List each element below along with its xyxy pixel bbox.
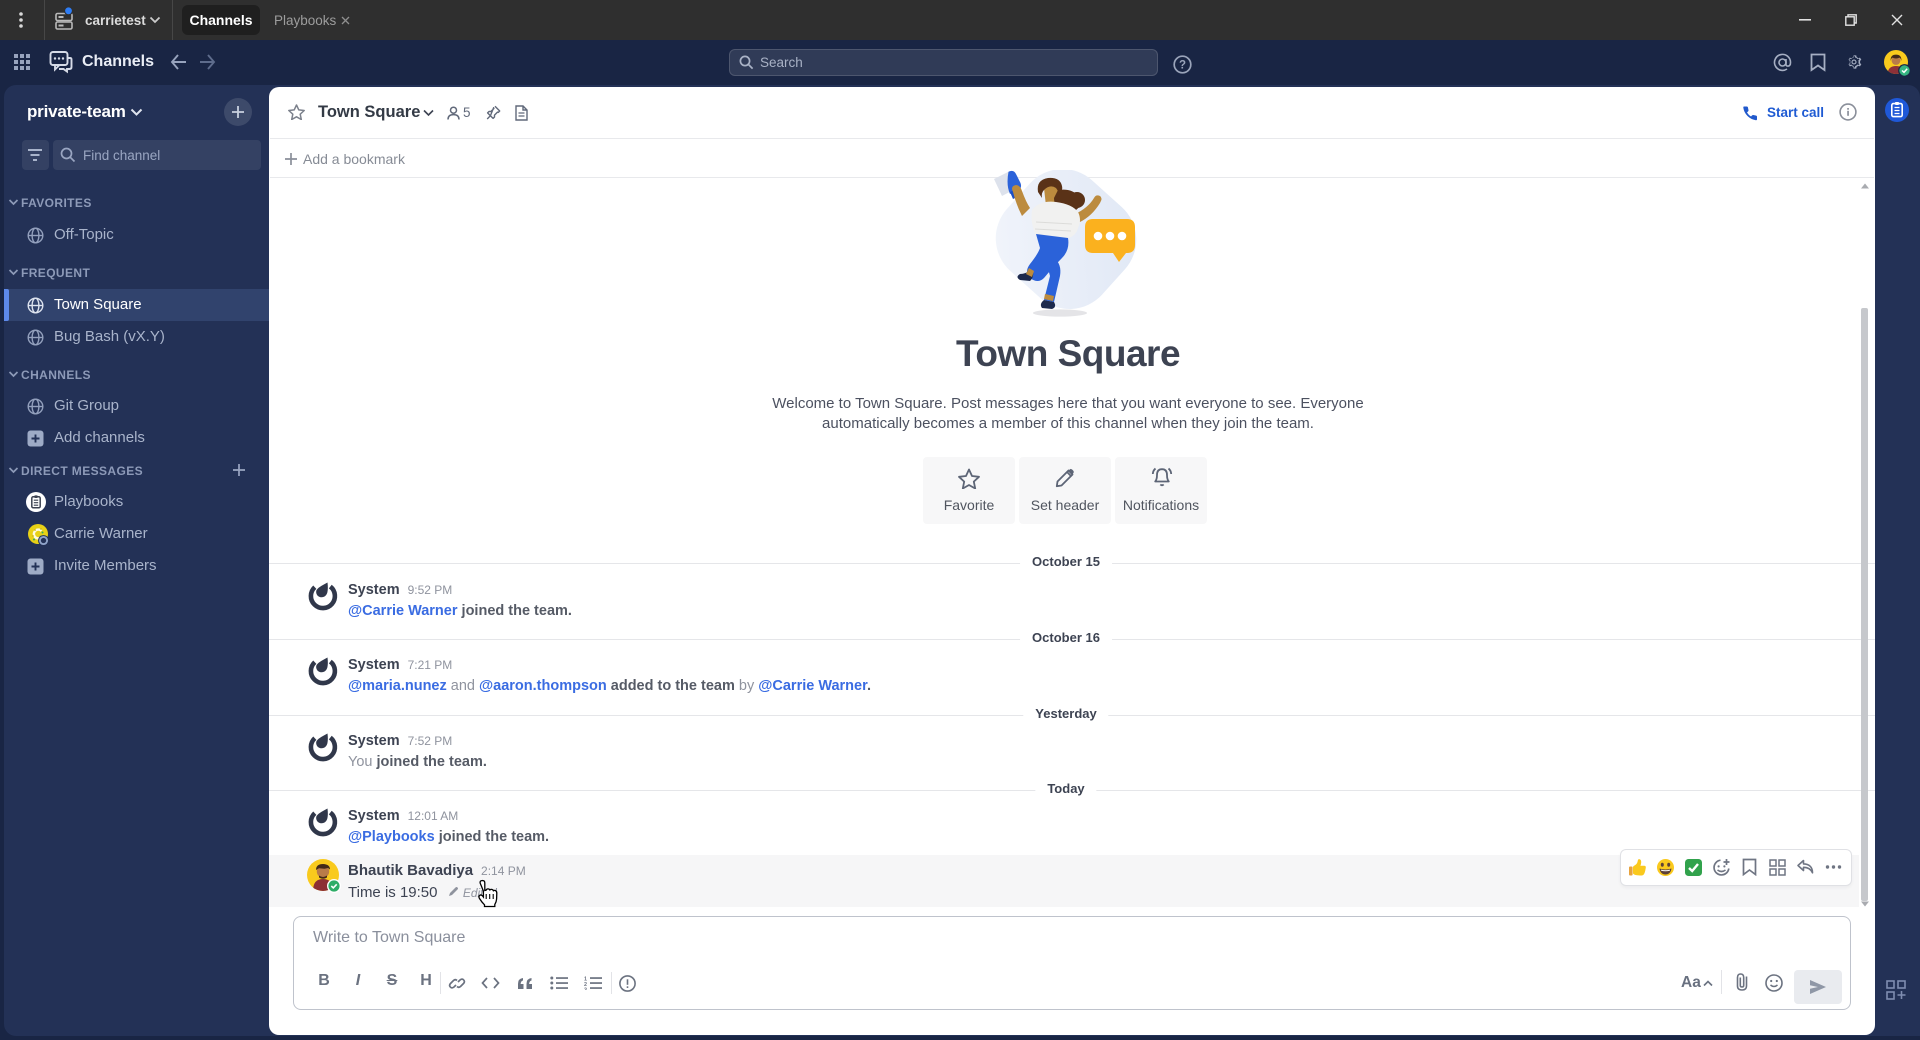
svg-text:?: ? bbox=[1179, 60, 1186, 72]
svg-text:3: 3 bbox=[584, 987, 587, 990]
